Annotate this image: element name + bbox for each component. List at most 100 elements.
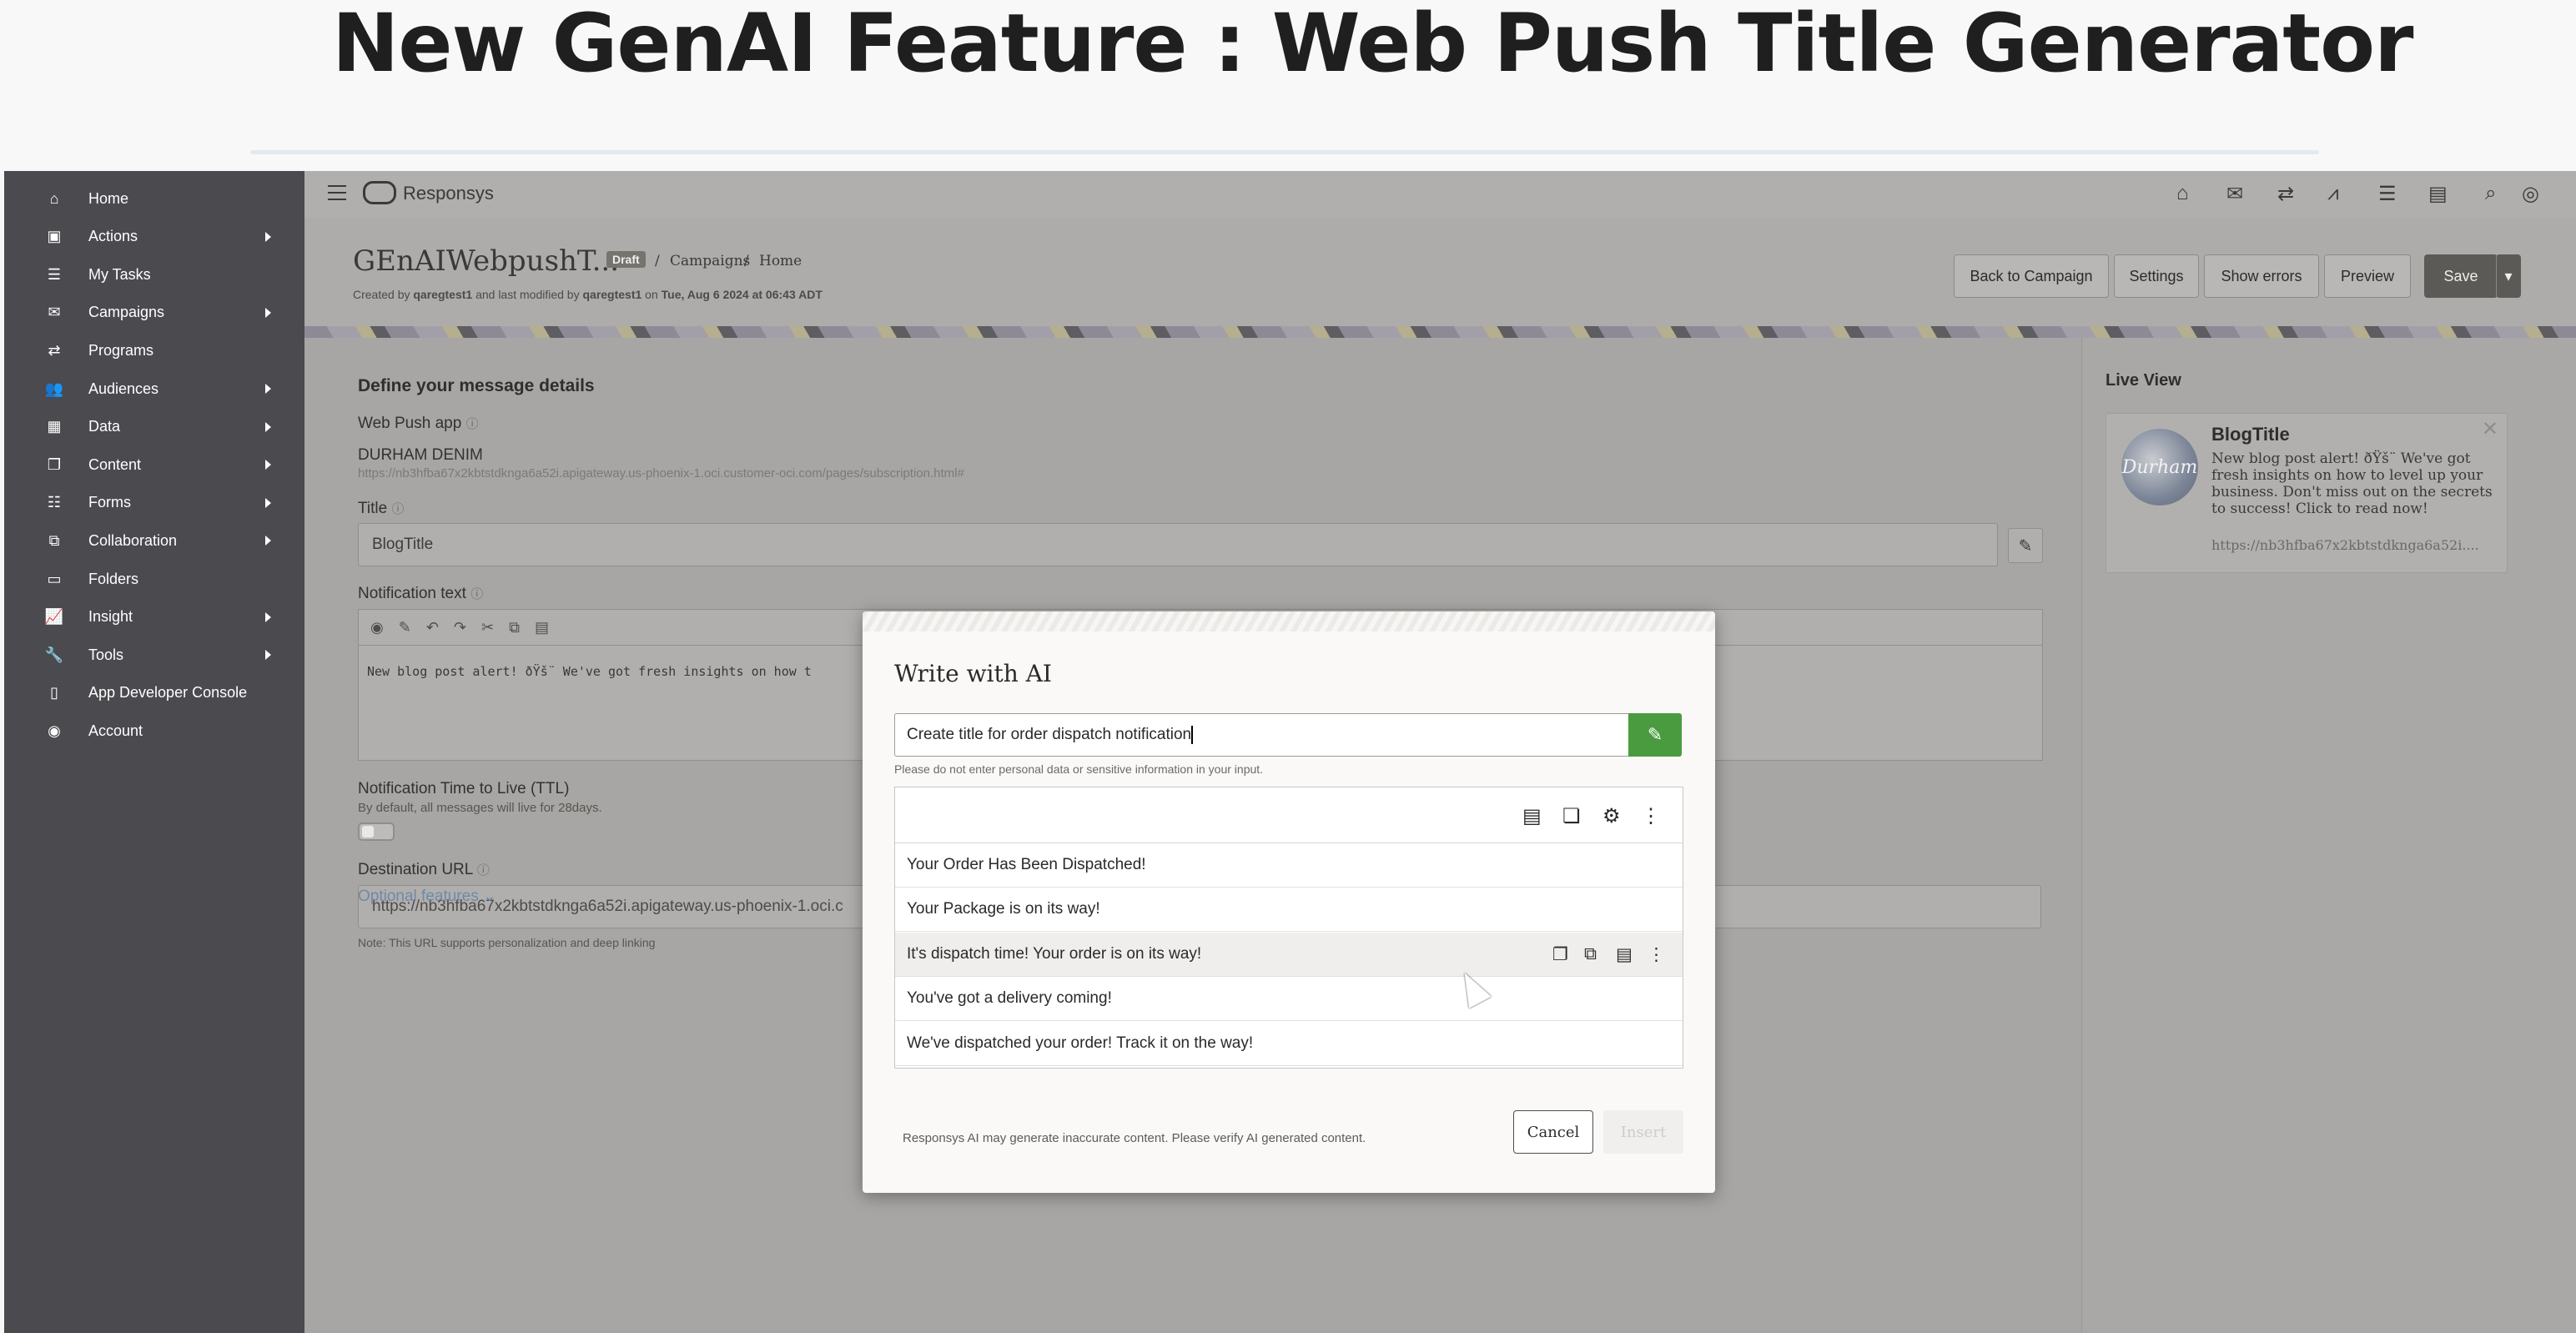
help-icon: ⓘ — [476, 863, 490, 878]
section-title: Define your message details — [358, 376, 595, 395]
sidebar-item-label: My Tasks — [88, 265, 151, 283]
programs-icon[interactable]: ⇄ — [2277, 182, 2294, 206]
insert-button[interactable]: Insert — [1603, 1110, 1683, 1154]
chevron-right-icon — [265, 611, 271, 622]
help-icon: ⓘ — [465, 417, 479, 431]
destination-url-note: Note: This URL supports personalization … — [358, 936, 656, 949]
sidebar-item-label: Folders — [88, 570, 139, 587]
ai-results-list: ▤ ❏ ⚙ ⋮ Your Order Has Been Dispatched! Y… — [894, 787, 1683, 1069]
copy-icon[interactable]: ⧉ — [1584, 944, 1597, 964]
redo-icon[interactable]: ↷ — [454, 619, 466, 636]
chevron-right-icon — [265, 421, 271, 432]
ai-result-item[interactable]: You've got a delivery coming! — [895, 977, 1683, 1022]
breadcrumb-separator: / — [655, 253, 660, 269]
paste-icon[interactable]: ▤ — [1616, 944, 1633, 965]
settings-button[interactable]: Settings — [2114, 254, 2199, 298]
sidebar-item-label: Actions — [88, 228, 138, 245]
tasks-icon[interactable]: ☰ — [2378, 182, 2397, 206]
dialog-title: Write with AI — [894, 660, 1052, 687]
sidebar-item-label: Data — [88, 418, 121, 435]
top-bar: Responsys ⌂ ✉ ⇄ ⩘ ☰ ▤ ⌕ ◎ — [304, 171, 2576, 218]
preview-button[interactable]: Preview — [2324, 254, 2411, 298]
write-with-ai-dialog: Write with AI Create title for order dis… — [863, 611, 1715, 1193]
user-icon[interactable]: ◎ — [2522, 182, 2539, 206]
comments-icon[interactable]: ▤ — [2428, 182, 2448, 206]
tasks-icon: ☰ — [47, 265, 62, 283]
sidebar-item-campaigns[interactable]: ✉ Campaigns — [4, 295, 304, 330]
optional-features-link[interactable]: Optional features ⌄ — [358, 887, 496, 906]
sidebar-item-home[interactable]: ⌂ Home — [4, 181, 304, 216]
sidebar-item-collaboration[interactable]: ⧉ Collaboration — [4, 523, 304, 558]
results-toolbar: ▤ ❏ ⚙ ⋮ — [895, 787, 1683, 843]
ai-result-item[interactable]: It's dispatch time! Your order is on its… — [895, 932, 1683, 977]
more-options-icon[interactable]: ⋮ — [1648, 944, 1665, 965]
sidebar-item-data[interactable]: ▦ Data — [4, 410, 304, 445]
sidebar-item-actions[interactable]: ▣ Actions — [4, 219, 304, 254]
breadcrumb-home[interactable]: Home — [759, 253, 802, 269]
menu-icon[interactable] — [328, 185, 346, 205]
ai-generate-title-icon[interactable]: ✎ — [2008, 528, 2043, 563]
save-button[interactable]: Save — [2424, 254, 2498, 298]
banner-underline — [250, 150, 2319, 154]
title-input[interactable]: BlogTitle — [358, 523, 1998, 566]
sidebar-item-label: Account — [88, 722, 143, 739]
undo-icon[interactable]: ↶ — [426, 619, 439, 636]
campaigns-icon: ✉ — [48, 304, 61, 321]
save-dropdown-icon[interactable]: ▾ — [2496, 254, 2521, 298]
web-push-app-label: Web Push app ⓘ — [358, 415, 479, 432]
breadcrumb-campaigns[interactable]: Campaigns — [670, 253, 750, 269]
bookmark-icon[interactable]: ❐ — [1552, 944, 1568, 965]
sidebar-item-programs[interactable]: ⇄ Programs — [4, 333, 304, 368]
sidebar-item-label: Tools — [88, 646, 124, 663]
sidebar-item-content[interactable]: ❐ Content — [4, 447, 304, 482]
gear-icon[interactable]: ⚙ — [1602, 804, 1621, 828]
banner: New GenAI Feature : Web Push Title Gener… — [0, 0, 2576, 171]
ai-prompt-input[interactable]: Create title for order dispatch notifica… — [894, 713, 1635, 757]
sidebar-item-tools[interactable]: 🔧 Tools — [4, 637, 304, 672]
notification-text-label: Notification text ⓘ — [358, 585, 484, 602]
personalize-icon[interactable]: ◉ — [370, 619, 384, 636]
cancel-button[interactable]: Cancel — [1513, 1110, 1593, 1154]
ai-result-item[interactable]: We've dispatched your order! Track it on… — [895, 1022, 1683, 1066]
sidebar-item-my-tasks[interactable]: ☰ My Tasks — [4, 257, 304, 292]
status-badge: Draft — [606, 251, 646, 268]
back-to-campaign-button[interactable]: Back to Campaign — [1954, 254, 2109, 298]
ai-accuracy-note: Responsys AI may generate inaccurate con… — [903, 1131, 1366, 1145]
sidebar-item-audiences[interactable]: 👥 Audiences — [4, 371, 304, 406]
chevron-right-icon — [265, 384, 271, 394]
layout-icon[interactable]: ▤ — [1522, 804, 1542, 828]
title-label: Title ⓘ — [358, 500, 405, 517]
document-icon[interactable]: ❏ — [1562, 804, 1581, 828]
mail-icon[interactable]: ✉ — [2226, 182, 2243, 206]
ai-result-text: Your Package is on its way! — [907, 900, 1100, 918]
dialog-pattern — [863, 611, 1715, 631]
close-icon: ✕ — [2481, 418, 2498, 440]
sidebar-item-insight[interactable]: 📈 Insight — [4, 600, 304, 635]
show-errors-button[interactable]: Show errors — [2204, 254, 2319, 298]
ttl-hint: By default, all messages will live for 2… — [358, 801, 602, 815]
more-options-icon[interactable]: ⋮ — [1641, 804, 1661, 828]
decorative-stripe — [304, 326, 2576, 338]
home-icon[interactable]: ⌂ — [2176, 182, 2189, 205]
brand-logo: Durham — [2121, 429, 2198, 506]
ai-write-icon[interactable]: ✎ — [399, 619, 411, 636]
sidebar-item-app-developer-console[interactable]: ▯ App Developer Console — [4, 676, 304, 711]
sidebar-item-label: Forms — [88, 494, 131, 511]
banner-title: New GenAI Feature : Web Push Title Gener… — [332, 0, 2413, 90]
generate-button[interactable]: ✎ — [1628, 713, 1682, 757]
preview-url: https://nb3hfba67x2kbtstdknga6a52i.... — [2211, 537, 2479, 553]
preview-body: New blog post alert! ðŸš¨ We've got fres… — [2211, 450, 2493, 517]
cut-icon[interactable]: ✂ — [481, 619, 494, 636]
sidebar-item-label: Collaboration — [88, 531, 178, 549]
paste-icon[interactable]: ▤ — [535, 619, 549, 636]
search-icon[interactable]: ⌕ — [2485, 182, 2496, 205]
copy-icon[interactable]: ⧉ — [509, 619, 520, 636]
sidebar-item-forms[interactable]: ☷ Forms — [4, 485, 304, 521]
ai-result-item[interactable]: Your Order Has Been Dispatched! — [895, 843, 1683, 888]
sidebar-item-folders[interactable]: ▭ Folders — [4, 561, 304, 596]
sidebar-item-account[interactable]: ◉ Account — [4, 713, 304, 748]
ai-result-item[interactable]: Your Package is on its way! — [895, 888, 1683, 933]
insight-icon[interactable]: ⩘ — [2327, 182, 2339, 205]
ttl-toggle[interactable] — [358, 822, 395, 841]
sidebar-item-label: Home — [88, 189, 129, 207]
